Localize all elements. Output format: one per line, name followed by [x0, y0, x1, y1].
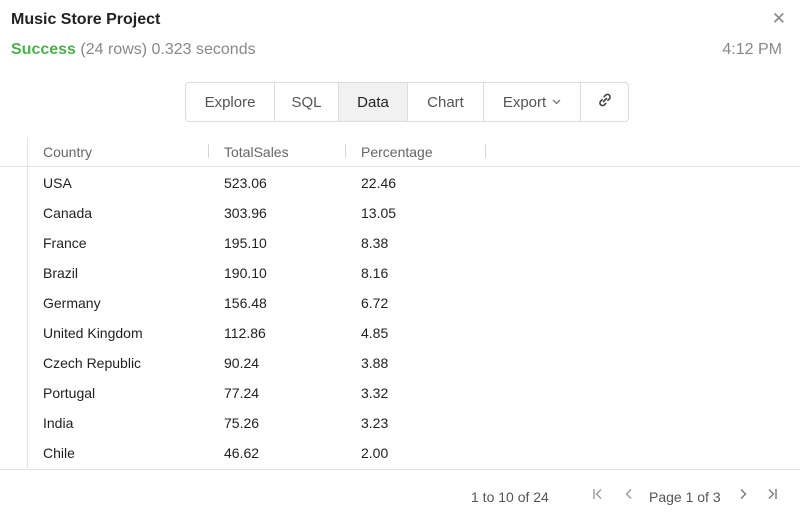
status-line: Success (24 rows) 0.323 seconds [11, 41, 256, 59]
cell-percentage: 8.16 [361, 265, 389, 281]
table-row[interactable]: India 75.26 3.23 [0, 408, 800, 438]
column-resize-handle[interactable] [485, 144, 486, 158]
tab-export[interactable]: Export [484, 83, 581, 121]
tab-data[interactable]: Data [339, 83, 408, 121]
table-row[interactable]: France 195.10 8.38 [0, 228, 800, 258]
tab-chart[interactable]: Chart [408, 83, 484, 121]
cell-country: Czech Republic [43, 355, 142, 371]
cell-totalsales: 195.10 [224, 235, 267, 251]
cell-country: Chile [43, 445, 75, 461]
column-resize-handle[interactable] [345, 144, 346, 158]
table-header: Country TotalSales Percentage [0, 138, 800, 167]
cell-percentage: 3.23 [361, 415, 389, 431]
table-body: USA 523.06 22.46 Canada 303.96 13.05 Fra… [0, 168, 800, 468]
cell-percentage: 4.85 [361, 325, 389, 341]
status-success: Success [11, 41, 76, 58]
query-result-panel: Music Store Project ✕ Success (24 rows) … [0, 0, 800, 513]
close-icon[interactable]: ✕ [772, 10, 786, 27]
table-row[interactable]: USA 523.06 22.46 [0, 168, 800, 198]
cell-country: Brazil [43, 265, 79, 281]
cell-country: United Kingdom [43, 325, 143, 341]
first-page-icon[interactable] [591, 487, 605, 504]
cell-totalsales: 156.48 [224, 295, 267, 311]
column-header-totalsales[interactable]: TotalSales [224, 144, 289, 160]
panel-title: Music Store Project [11, 11, 161, 28]
cell-percentage: 2.00 [361, 445, 389, 461]
tab-explore[interactable]: Explore [186, 83, 275, 121]
page-indicator: Page 1 of 3 [649, 489, 721, 505]
cell-totalsales: 303.96 [224, 205, 267, 221]
cell-totalsales: 523.06 [224, 175, 267, 191]
view-tabs: Explore SQL Data Chart Export [185, 82, 629, 122]
cell-percentage: 13.05 [361, 205, 397, 221]
link-icon [597, 92, 613, 112]
cell-country: Canada [43, 205, 93, 221]
table-footer-divider [0, 469, 800, 470]
last-page-icon[interactable] [765, 487, 779, 504]
cell-percentage: 6.72 [361, 295, 389, 311]
cell-percentage: 3.88 [361, 355, 389, 371]
timestamp: 4:12 PM [722, 41, 782, 58]
pagination-range: 1 to 10 of 24 [471, 489, 549, 505]
previous-page-icon[interactable] [622, 487, 636, 504]
chevron-down-icon [552, 97, 561, 108]
cell-totalsales: 75.26 [224, 415, 260, 431]
table-row[interactable]: Canada 303.96 13.05 [0, 198, 800, 228]
table-row[interactable]: Czech Republic 90.24 3.88 [0, 348, 800, 378]
cell-totalsales: 77.24 [224, 385, 260, 401]
cell-country: USA [43, 175, 72, 191]
cell-percentage: 8.38 [361, 235, 389, 251]
column-header-country[interactable]: Country [43, 144, 92, 160]
table-row[interactable]: Brazil 190.10 8.16 [0, 258, 800, 288]
table-row[interactable]: Germany 156.48 6.72 [0, 288, 800, 318]
cell-totalsales: 112.86 [224, 325, 266, 341]
cell-totalsales: 90.24 [224, 355, 260, 371]
table-row[interactable]: Chile 46.62 2.00 [0, 438, 800, 468]
cell-totalsales: 46.62 [224, 445, 260, 461]
cell-country: Portugal [43, 385, 96, 401]
cell-country: India [43, 415, 74, 431]
cell-percentage: 3.32 [361, 385, 389, 401]
column-resize-handle[interactable] [208, 144, 209, 158]
rows-info: (24 rows) 0.323 seconds [80, 41, 256, 58]
cell-percentage: 22.46 [361, 175, 397, 191]
tab-export-label: Export [502, 93, 547, 111]
next-page-icon[interactable] [736, 487, 750, 504]
column-header-percentage[interactable]: Percentage [361, 144, 433, 160]
tab-link[interactable] [581, 83, 628, 121]
table-row[interactable]: United Kingdom 112.86 4.85 [0, 318, 800, 348]
cell-country: Germany [43, 295, 101, 311]
cell-totalsales: 190.10 [224, 265, 267, 281]
tab-sql[interactable]: SQL [275, 83, 339, 121]
table-row[interactable]: Portugal 77.24 3.32 [0, 378, 800, 408]
cell-country: France [43, 235, 87, 251]
